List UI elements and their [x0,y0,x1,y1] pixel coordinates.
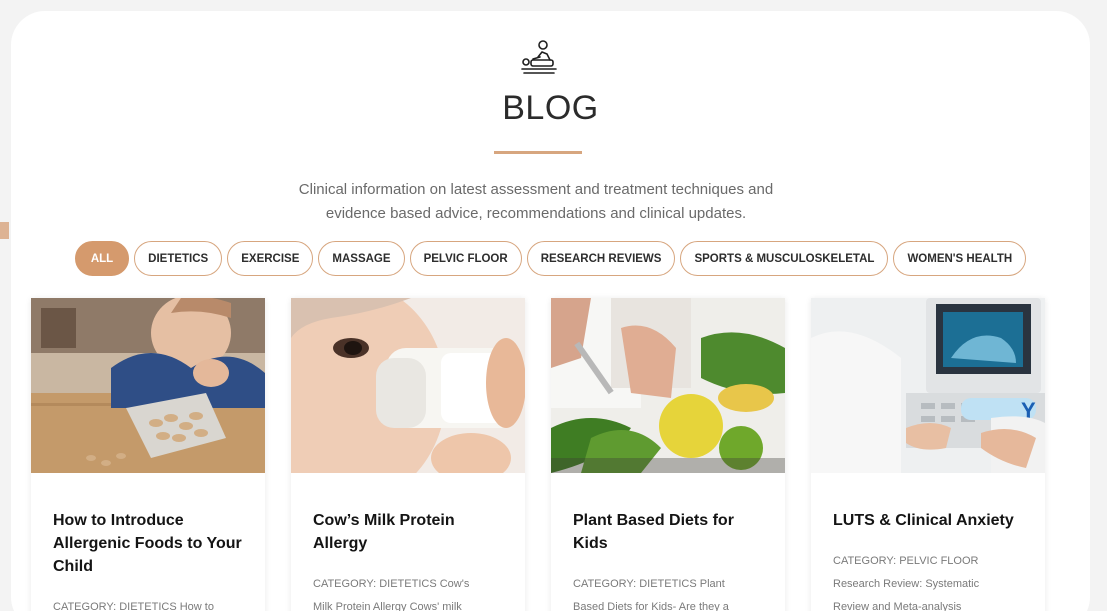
post-excerpt: CATEGORY: DIETETICS How to [53,596,247,611]
post-image-baby-drinking-milk[interactable] [291,298,525,473]
post-excerpt: CATEGORY: PELVIC FLOOR Research Review: … [833,550,1027,611]
intro-line: Clinical information on latest assessmen… [298,181,774,198]
post-card[interactable]: Y LUTS & Clinical Anxiety CATEGORY: PELV… [811,298,1045,611]
title-divider [494,151,582,154]
filter-research-reviews-button[interactable]: RESEARCH REVIEWS [526,241,676,276]
post-excerpt-line: CATEGORY: DIETETICS How to [53,601,214,611]
filter-dietetics-button[interactable]: DIETETICS [134,241,223,276]
side-accent-tab [0,222,9,239]
intro-text: Clinical information on latest assessmen… [261,178,811,226]
post-excerpt: CATEGORY: DIETETICS Cow's Milk Protein A… [313,573,507,611]
post-title[interactable]: Cow’s Milk Protein Allergy [313,509,511,555]
post-excerpt-line: Based Diets for Kids- Are they a [573,601,729,611]
post-card[interactable]: Cow’s Milk Protein Allergy CATEGORY: DIE… [291,298,525,611]
category-filter-bar: ALL DIETETICS EXERCISE MASSAGE PELVIC FL… [11,241,1090,276]
intro-line: evidence based advice, recommendations a… [325,205,747,222]
filter-massage-button[interactable]: MASSAGE [318,241,405,276]
post-card[interactable]: Plant Based Diets for Kids CATEGORY: DIE… [551,298,785,611]
filter-exercise-button[interactable]: EXERCISE [227,241,314,276]
post-grid: How to Introduce Allergenic Foods to You… [31,298,1045,611]
page-title: BLOG [502,89,599,127]
post-excerpt-line: CATEGORY: DIETETICS Plant [573,578,725,590]
post-title[interactable]: Plant Based Diets for Kids [573,509,771,555]
post-excerpt: CATEGORY: DIETETICS Plant Based Diets fo… [573,573,767,611]
filter-sports-musculoskeletal-button[interactable]: SPORTS & MUSCULOSKELETAL [680,241,889,276]
post-title[interactable]: How to Introduce Allergenic Foods to You… [53,509,251,578]
massage-therapy-icon [521,40,557,74]
post-image-ultrasound-scan[interactable]: Y [811,298,1045,473]
post-image-child-eating-peanuts[interactable] [31,298,265,473]
filter-womens-health-button[interactable]: WOMEN'S HEALTH [893,241,1027,276]
post-image-chopping-vegetables[interactable] [551,298,785,473]
filter-pelvic-floor-button[interactable]: PELVIC FLOOR [409,241,522,276]
post-excerpt-line: Milk Protein Allergy Cows' milk [313,601,462,611]
post-excerpt-line: CATEGORY: DIETETICS Cow's [313,578,470,590]
post-excerpt-line: Research Review: Systematic [833,578,980,590]
post-card[interactable]: How to Introduce Allergenic Foods to You… [31,298,265,611]
post-excerpt-line: CATEGORY: PELVIC FLOOR [833,555,979,567]
filter-all-button[interactable]: ALL [74,241,130,276]
blog-panel: BLOG Clinical information on latest asse… [11,11,1090,611]
post-excerpt-line: Review and Meta-analysis [833,601,962,611]
post-title[interactable]: LUTS & Clinical Anxiety [833,509,1031,532]
